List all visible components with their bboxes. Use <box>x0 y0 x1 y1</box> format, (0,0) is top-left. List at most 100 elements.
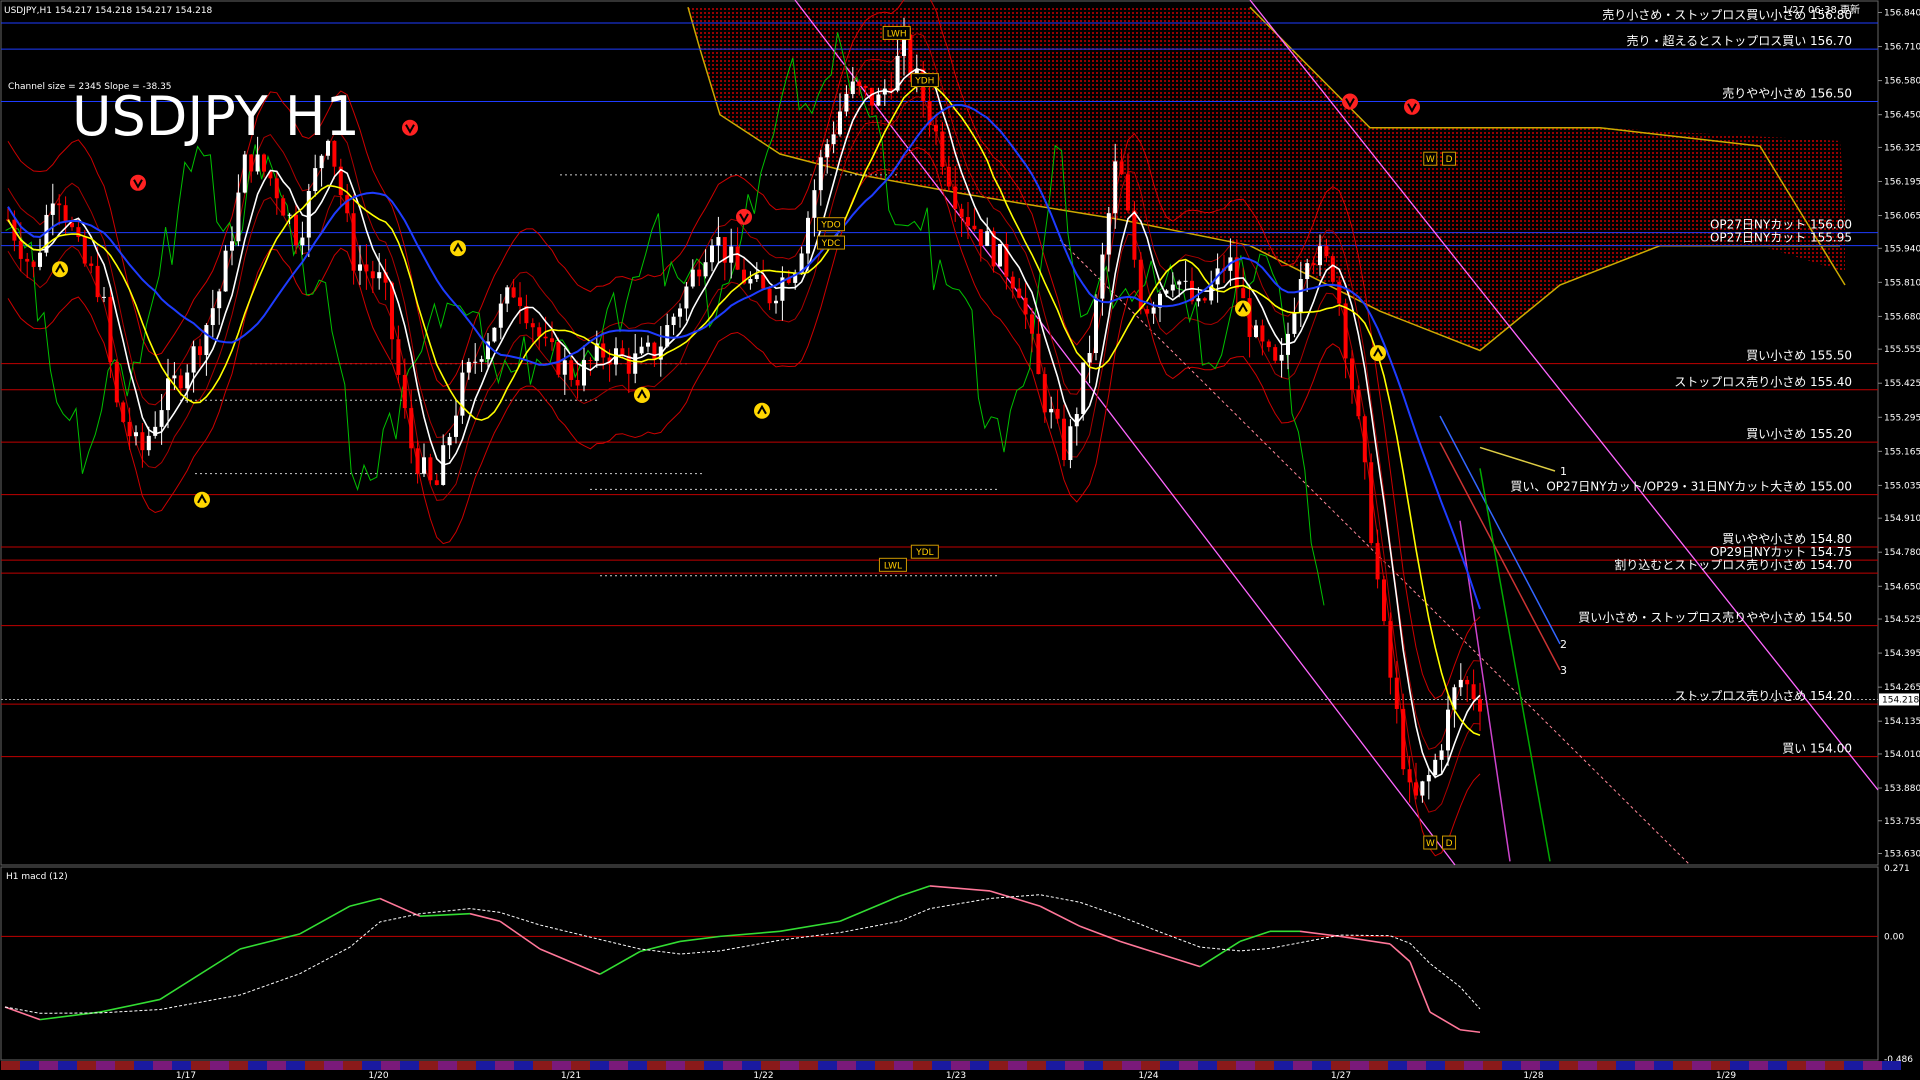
y-tick-label: 156.580 <box>1884 77 1920 87</box>
candle-body <box>364 264 369 272</box>
candle-body <box>556 342 561 375</box>
marker-label: W <box>1426 839 1435 849</box>
candle-body <box>863 85 868 88</box>
level-label: 売りやや小さめ 156.50 <box>1722 86 1852 101</box>
candle-body <box>1426 775 1431 782</box>
session-strip <box>742 1061 761 1070</box>
session-strip <box>419 1061 438 1070</box>
y-tick-label: 153.630 <box>1884 850 1920 860</box>
level-label: ストップロス売り小さめ 154.20 <box>1674 688 1852 703</box>
macd-panel[interactable] <box>0 866 1879 1061</box>
candle-body <box>1113 161 1118 214</box>
candle-body <box>102 296 106 298</box>
session-strip <box>1388 1061 1407 1070</box>
session-strip <box>153 1061 172 1070</box>
x-tick-label: 1/28 <box>1523 1071 1543 1080</box>
candle-body <box>108 296 113 363</box>
level-label: 買い小さめ 155.20 <box>1746 427 1852 441</box>
session-strip <box>590 1061 609 1070</box>
candle-body <box>294 214 298 246</box>
candle-body <box>1273 347 1278 361</box>
level-label: OP27日NYカット 156.00 <box>1710 218 1852 232</box>
session-strip <box>1331 1061 1350 1070</box>
session-strip <box>989 1061 1008 1070</box>
candle-body <box>1055 408 1060 419</box>
session-strip <box>58 1061 77 1070</box>
candle-body <box>1042 374 1047 413</box>
y-tick-label: 155.425 <box>1884 379 1920 389</box>
candle-body <box>767 288 772 304</box>
y-tick-label: 155.810 <box>1884 278 1920 288</box>
candle-body <box>249 154 254 172</box>
session-strip <box>191 1061 210 1070</box>
candle-body <box>1119 161 1124 175</box>
candle-body <box>281 198 286 216</box>
candle-body <box>684 286 689 309</box>
candle-body <box>140 432 145 451</box>
x-tick-label: 1/29 <box>1716 1071 1736 1080</box>
session-strip <box>1673 1061 1692 1070</box>
candle-body <box>1292 312 1297 334</box>
session-strip <box>1787 1061 1806 1070</box>
session-strip <box>343 1061 362 1070</box>
session-strip <box>1008 1061 1027 1070</box>
candle-body <box>63 205 68 223</box>
y-tick-label: 155.940 <box>1884 244 1920 254</box>
session-strip <box>818 1061 837 1070</box>
candle-body <box>1049 408 1054 413</box>
x-tick-label: 1/21 <box>561 1071 581 1080</box>
candle-body <box>934 125 938 132</box>
candle-body <box>812 190 817 218</box>
candle-body <box>204 325 209 356</box>
session-strip <box>1084 1061 1103 1070</box>
candle-body <box>754 274 759 279</box>
candle-body <box>1234 257 1239 289</box>
session-strip <box>1065 1061 1084 1070</box>
session-strip <box>571 1061 590 1070</box>
candle-body <box>1023 297 1028 315</box>
symbol-header: USDJPY,H1 154.217 154.218 154.217 154.21… <box>4 6 213 16</box>
candle-body <box>1324 246 1329 257</box>
candle-body <box>1260 325 1265 342</box>
candle-body <box>972 225 977 230</box>
x-tick-label: 1/27 <box>1331 1071 1351 1080</box>
y-tick-label: 154.910 <box>1884 514 1920 524</box>
session-strip <box>875 1061 894 1070</box>
candle-body <box>198 346 202 356</box>
session-strip <box>96 1061 115 1070</box>
session-strip <box>1255 1061 1274 1070</box>
y-tick-label: 155.680 <box>1884 312 1920 322</box>
session-strip <box>172 1061 191 1070</box>
macd-tick-label: 0.271 <box>1884 864 1910 874</box>
candle-body <box>1196 298 1201 302</box>
session-strip <box>39 1061 58 1070</box>
candle-body <box>1369 462 1374 544</box>
y-tick-label: 153.880 <box>1884 784 1920 794</box>
candle-body <box>735 246 740 270</box>
candle-body <box>1087 353 1092 363</box>
y-tick-label: 156.710 <box>1884 43 1920 53</box>
candle-body <box>134 432 138 437</box>
update-timestamp: 1/27 06:38 更新 <box>1782 3 1860 16</box>
candle-body <box>262 154 266 172</box>
session-strip <box>362 1061 381 1070</box>
candle-body <box>1017 288 1022 298</box>
session-strip <box>210 1061 229 1070</box>
session-strip <box>1160 1061 1179 1070</box>
session-strip <box>1521 1061 1540 1070</box>
session-strip <box>1 1061 20 1070</box>
session-strip <box>1654 1061 1673 1070</box>
candle-body <box>690 269 695 287</box>
candle-body <box>1010 276 1015 289</box>
candle-body <box>703 262 708 277</box>
current-price-label: 154.218 <box>1882 695 1919 705</box>
candle-body <box>370 271 375 279</box>
candle-body <box>1420 781 1425 796</box>
session-strip <box>1369 1061 1388 1070</box>
session-strip <box>381 1061 400 1070</box>
candle-body <box>1458 679 1463 688</box>
candle-body <box>114 362 119 403</box>
session-strip <box>970 1061 989 1070</box>
candle-body <box>940 131 945 167</box>
chart-canvas[interactable]: 123 LWHYDHYDOYDCYDLLWLW DW D 売り小さめ・ストップロス買… <box>0 0 1920 1080</box>
